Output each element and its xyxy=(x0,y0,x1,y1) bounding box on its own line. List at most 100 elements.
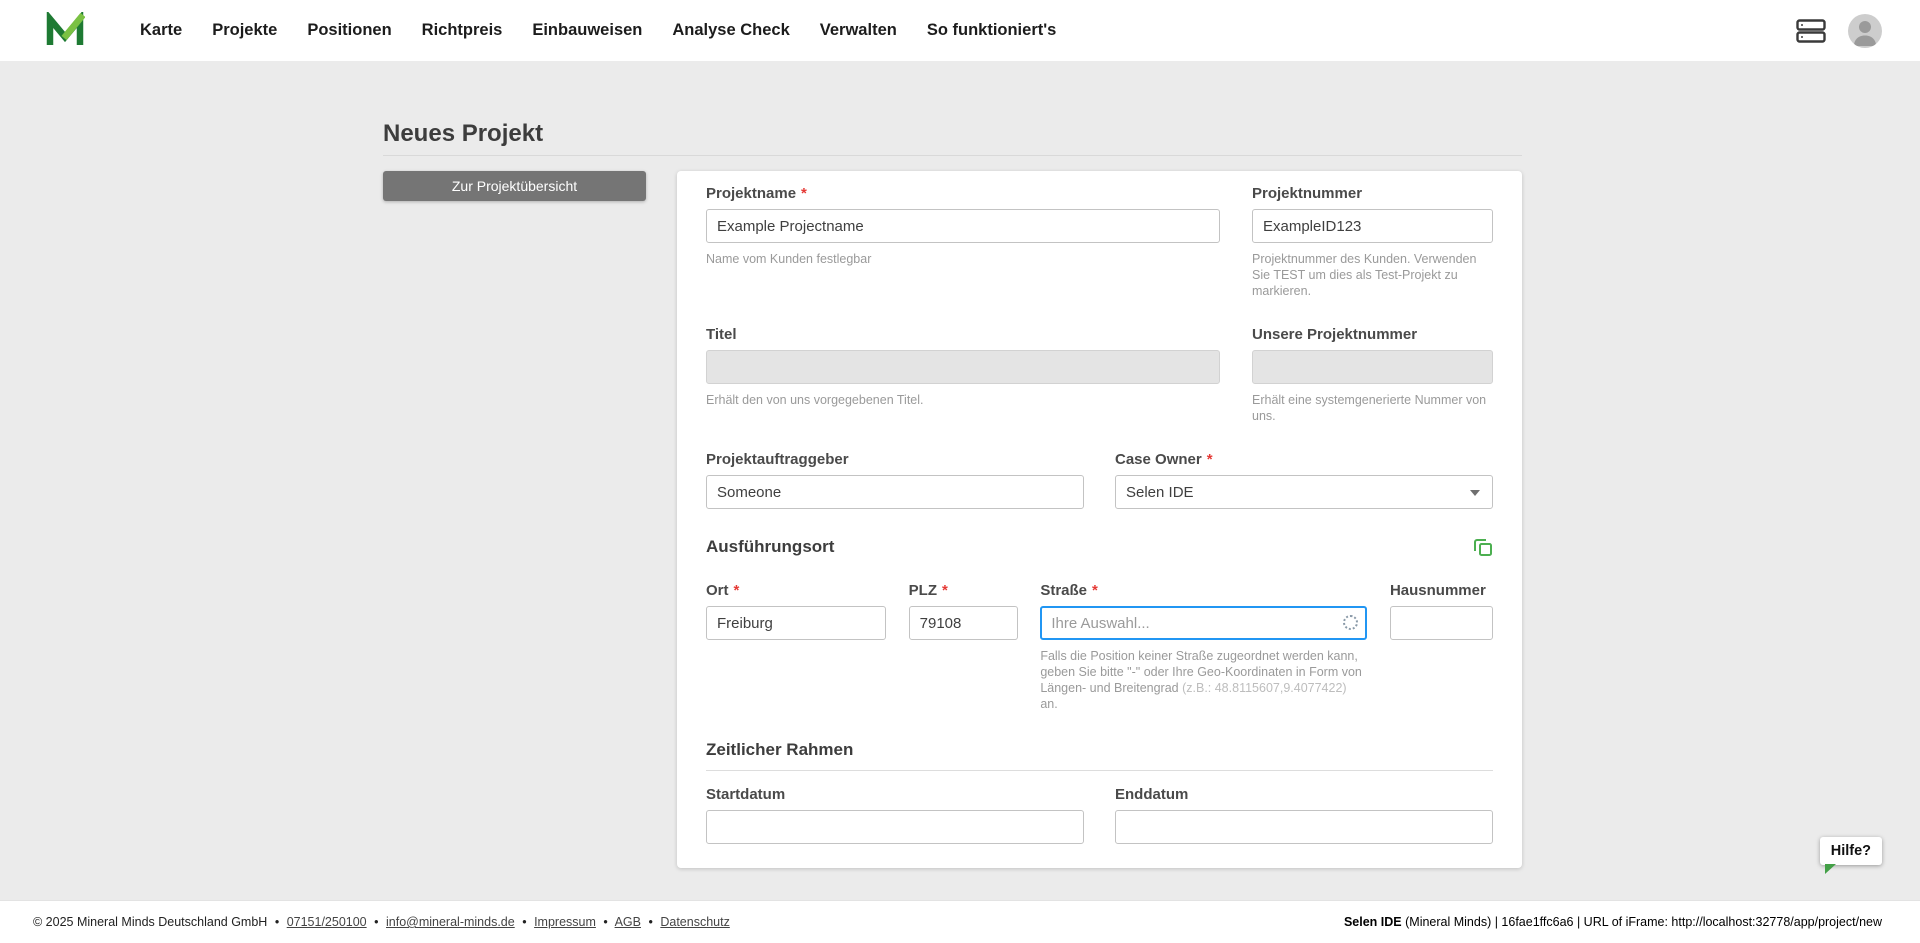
server-icon[interactable] xyxy=(1796,19,1826,43)
projektname-hint: Name vom Kunden festlegbar xyxy=(706,251,1220,267)
plz-input[interactable] xyxy=(909,606,1018,640)
startdatum-input[interactable] xyxy=(706,810,1084,844)
footer: © 2025 Mineral Minds Deutschland GmbH • … xyxy=(0,900,1920,943)
projektauftraggeber-input[interactable] xyxy=(706,475,1084,509)
required-marker: * xyxy=(942,582,948,599)
field-strasse: Straße * Falls die Position keiner Straße… xyxy=(1040,583,1367,712)
projektnummer-input[interactable] xyxy=(1252,209,1493,243)
footer-email-link[interactable]: info@mineral-minds.de xyxy=(386,915,515,929)
nav-item-karte[interactable]: Karte xyxy=(140,21,182,40)
case-owner-value: Selen IDE xyxy=(1126,484,1194,501)
project-form-card: Projektname* Name vom Kunden festlegbar … xyxy=(677,171,1522,868)
unsere-projektnummer-input xyxy=(1252,350,1493,384)
help-bubble-tail xyxy=(1825,864,1836,874)
titel-label: Titel xyxy=(706,327,1220,343)
field-unsere-projektnummer: Unsere Projektnummer Erhält eine systemg… xyxy=(1252,327,1493,424)
nav-item-verwalten[interactable]: Verwalten xyxy=(820,21,897,40)
case-owner-label: Case Owner * xyxy=(1115,452,1493,468)
unsere-projektnummer-hint: Erhält eine systemgenerierte Nummer von … xyxy=(1252,392,1493,424)
topbar-right xyxy=(1796,14,1882,48)
footer-separator: • xyxy=(522,915,526,929)
page-title: Neues Projekt xyxy=(383,120,1522,148)
main-content: Neues Projekt Zur Projektübersicht Proje… xyxy=(0,61,1920,900)
zeitlicher-rahmen-heading: Zeitlicher Rahmen xyxy=(706,740,1493,760)
title-divider xyxy=(383,155,1522,156)
field-plz: PLZ* xyxy=(909,583,1018,640)
user-avatar[interactable] xyxy=(1848,14,1882,48)
required-marker: * xyxy=(1207,451,1213,468)
top-navigation-bar: Karte Projekte Positionen Richtpreis Ein… xyxy=(0,0,1920,61)
content-container: Neues Projekt Zur Projektübersicht Proje… xyxy=(383,61,1522,868)
ort-label: Ort * xyxy=(706,583,886,599)
nav-item-richtpreis[interactable]: Richtpreis xyxy=(422,21,503,40)
ort-input[interactable] xyxy=(706,606,886,640)
unsere-projektnummer-label: Unsere Projektnummer xyxy=(1252,327,1493,343)
hausnummer-label-text: Hausnummer xyxy=(1390,582,1486,599)
nav-item-analyse-check[interactable]: Analyse Check xyxy=(672,21,789,40)
nav-item-einbauweisen[interactable]: Einbauweisen xyxy=(532,21,642,40)
required-marker: * xyxy=(734,582,740,599)
footer-separator: • xyxy=(374,915,378,929)
strasse-hint: Falls die Position keiner Straße zugeord… xyxy=(1040,648,1367,712)
field-startdatum: Startdatum xyxy=(706,787,1084,844)
projektnummer-label-text: Projektnummer xyxy=(1252,185,1362,202)
strasse-input[interactable] xyxy=(1040,606,1367,640)
projektauftraggeber-label: Projektauftraggeber xyxy=(706,452,1084,468)
strasse-hint-example: (z.B.: 48.8115607,9.4077422) xyxy=(1182,681,1346,695)
footer-link-agb[interactable]: AGB xyxy=(615,915,641,929)
nav-item-positionen[interactable]: Positionen xyxy=(307,21,391,40)
app-logo[interactable] xyxy=(45,12,85,50)
footer-separator: • xyxy=(648,915,652,929)
projektnummer-hint: Projektnummer des Kunden. Verwenden Sie … xyxy=(1252,251,1493,299)
ausfuehrungsort-heading: Ausführungsort xyxy=(706,537,834,557)
help-label: Hilfe? xyxy=(1831,843,1871,859)
section-ausfuehrungsort: Ausführungsort xyxy=(706,537,1493,557)
projektauftraggeber-label-text: Projektauftraggeber xyxy=(706,451,849,468)
strasse-input-wrap xyxy=(1040,606,1367,640)
field-projektname: Projektname* Name vom Kunden festlegbar xyxy=(706,186,1220,267)
projektname-label-text: Projektname xyxy=(706,185,796,202)
copyright-text: © 2025 Mineral Minds Deutschland GmbH xyxy=(33,915,267,929)
strasse-hint-suffix: an. xyxy=(1040,697,1057,711)
left-column: Zur Projektübersicht xyxy=(383,171,646,201)
hausnummer-label: Hausnummer xyxy=(1390,583,1493,599)
projektname-input[interactable] xyxy=(706,209,1220,243)
required-marker: * xyxy=(1092,582,1098,599)
form-row-name-number: Projektname* Name vom Kunden festlegbar … xyxy=(706,186,1493,299)
footer-link-datenschutz[interactable]: Datenschutz xyxy=(660,915,729,929)
projektnummer-label: Projektnummer xyxy=(1252,186,1493,202)
footer-separator: • xyxy=(275,915,279,929)
field-hausnummer: Hausnummer xyxy=(1390,583,1493,640)
titel-hint: Erhält den von uns vorgegebenen Titel. xyxy=(706,392,1220,408)
enddatum-label: Enddatum xyxy=(1115,787,1493,803)
chevron-down-icon xyxy=(1470,490,1480,496)
footer-left: © 2025 Mineral Minds Deutschland GmbH • … xyxy=(33,915,730,929)
field-enddatum: Enddatum xyxy=(1115,787,1493,844)
footer-link-impressum[interactable]: Impressum xyxy=(534,915,596,929)
copy-icon[interactable] xyxy=(1473,537,1493,557)
field-ort: Ort * xyxy=(706,583,886,640)
strasse-label: Straße * xyxy=(1040,583,1367,599)
startdatum-label-text: Startdatum xyxy=(706,786,785,803)
ort-label-text: Ort xyxy=(706,582,729,599)
strasse-label-text: Straße xyxy=(1040,582,1087,599)
case-owner-select[interactable]: Selen IDE xyxy=(1115,475,1493,509)
back-to-projects-button[interactable]: Zur Projektübersicht xyxy=(383,171,646,201)
nav-item-projekte[interactable]: Projekte xyxy=(212,21,277,40)
field-titel: Titel Erhält den von uns vorgegebenen Ti… xyxy=(706,327,1220,408)
case-owner-label-text: Case Owner xyxy=(1115,451,1202,468)
session-info: (Mineral Minds) | 16fae1ffc6a6 | URL of … xyxy=(1402,915,1882,929)
field-projektauftraggeber: Projektauftraggeber xyxy=(706,452,1084,509)
help-button[interactable]: Hilfe? xyxy=(1820,837,1882,865)
enddatum-input[interactable] xyxy=(1115,810,1493,844)
zeitlicher-rahmen-divider xyxy=(706,770,1493,771)
main-nav: Karte Projekte Positionen Richtpreis Ein… xyxy=(140,21,1056,40)
form-row-titel: Titel Erhält den von uns vorgegebenen Ti… xyxy=(706,327,1493,424)
hausnummer-input[interactable] xyxy=(1390,606,1493,640)
nav-item-so-funktionierts[interactable]: So funktioniert's xyxy=(927,21,1057,40)
field-case-owner: Case Owner * Selen IDE xyxy=(1115,452,1493,509)
form-row-dates: Startdatum Enddatum xyxy=(706,787,1493,844)
footer-phone-link[interactable]: 07151/250100 xyxy=(287,915,367,929)
enddatum-label-text: Enddatum xyxy=(1115,786,1188,803)
session-user: Selen IDE xyxy=(1344,915,1402,929)
